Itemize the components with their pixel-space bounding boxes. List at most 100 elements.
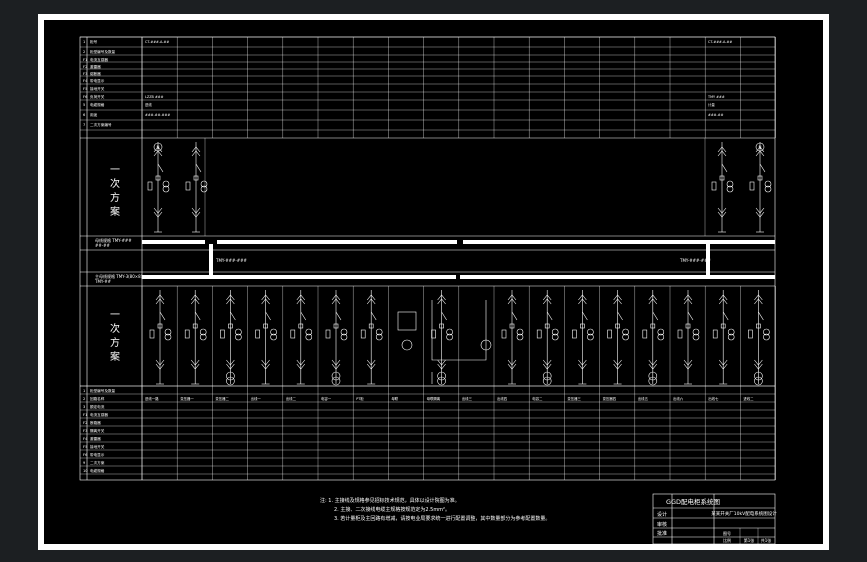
lower-row-no: F3 bbox=[83, 429, 87, 433]
lower-circuit-name: 出线一 bbox=[251, 396, 262, 401]
lower-row-label: 电缆规格 bbox=[90, 468, 105, 473]
lower-circuit-name: 出线二 bbox=[286, 396, 297, 401]
lower-row-label: 回路名称 bbox=[90, 396, 105, 401]
lower-bus-label-2: TMY-## bbox=[94, 279, 112, 284]
tie-label-right: TMY-###-### bbox=[679, 258, 712, 263]
feeder-symbol bbox=[360, 290, 383, 385]
lower-row-label: 柜型编号及数量 bbox=[90, 388, 116, 393]
lower-row-label: 接地开关 bbox=[90, 444, 105, 449]
lower-row-label: 电流互感器 bbox=[90, 412, 108, 417]
project-name: 某某开关厂10kV配电系统图设计 bbox=[711, 510, 777, 517]
upper-row-no: F5 bbox=[83, 87, 87, 91]
lower-row-label: 断路器 bbox=[90, 420, 101, 425]
n-mark: N bbox=[759, 145, 762, 150]
feeder-symbol bbox=[677, 290, 700, 385]
lower-row-label: 避雷器 bbox=[90, 436, 101, 441]
upper-row-no: 7 bbox=[83, 123, 85, 127]
feeder-symbol bbox=[536, 290, 559, 386]
upper-row-label: 避雷器 bbox=[90, 64, 101, 69]
note-2: 2. 主接、二次接线电缆主规格按规范定为2.5mm²。 bbox=[334, 506, 450, 513]
upper-row-label: 柜号 bbox=[90, 39, 98, 44]
lower-circuit-name: PT柜 bbox=[356, 396, 364, 401]
upper-row-no: F6 bbox=[83, 95, 88, 99]
tb-label-review: 审核 bbox=[657, 521, 667, 528]
upper-row-label: 负荷开关 bbox=[90, 94, 105, 99]
tie-label-left: TMY-###-### bbox=[215, 258, 248, 263]
tb-label-design: 设计 bbox=[657, 511, 667, 518]
feeder-symbol bbox=[748, 290, 770, 386]
lower-circuit-name: 变压器二 bbox=[215, 396, 229, 401]
lower-section-label: 一次方案 bbox=[110, 310, 120, 363]
upper-row-no: 2 bbox=[83, 50, 85, 54]
upper-busbar-right bbox=[463, 240, 775, 244]
tb-page: 第1张 bbox=[744, 537, 755, 543]
note-1: 注: 1. 主接线及规格参见招标技术规范，具体以设计院图为准。 bbox=[320, 497, 460, 504]
upper-left-value: CT-###-A-## bbox=[145, 40, 169, 44]
lower-circuit-name: 进线二 bbox=[743, 396, 754, 401]
upper-row-no: F4 bbox=[83, 79, 88, 83]
lower-circuit-name: 变压器三 bbox=[567, 396, 581, 401]
upper-bus-label-2: ##-## bbox=[95, 243, 110, 248]
lower-row-no: 3 bbox=[83, 405, 85, 409]
lower-row-no: 1 bbox=[83, 389, 85, 393]
upper-row-label: 带电显示 bbox=[90, 78, 105, 83]
upper-row-no: F2 bbox=[83, 65, 87, 69]
upper-row-label: 电流互感器 bbox=[90, 57, 108, 62]
lower-circuit-name: 出线六 bbox=[673, 396, 684, 401]
lower-circuit-name: 变压器一 bbox=[180, 396, 194, 401]
lower-row-label: 二次方案 bbox=[90, 460, 105, 465]
feeder-symbol bbox=[149, 290, 172, 385]
feeder-symbol bbox=[501, 290, 524, 385]
lower-row-no: 10 bbox=[83, 469, 88, 473]
feeder-symbol bbox=[147, 142, 170, 233]
feeder-symbol bbox=[572, 290, 594, 385]
n-mark: N bbox=[157, 145, 160, 150]
feeder-symbol bbox=[185, 142, 208, 233]
upper-row-label: 柜型编号及数量 bbox=[90, 49, 116, 54]
title-block: GGD配电柜系统图 某某开关厂10kV配电系统图设计 设计 审核 批准 图号 比… bbox=[652, 493, 777, 545]
feeder-symbol bbox=[711, 142, 734, 233]
lower-row-no: F1 bbox=[83, 413, 87, 417]
upper-row-label: 电缆规格 bbox=[90, 102, 105, 107]
upper-busbar-left bbox=[142, 240, 205, 244]
lower-row-no: F6 bbox=[83, 453, 88, 457]
lower-row-no: 2 bbox=[83, 397, 85, 401]
cad-viewport[interactable]: 1 柜号 CT-###-A-## CT-###-A-## 2 柜型编号及数量 F1 电流互感器… bbox=[0, 0, 867, 562]
lower-row-label: 带电显示 bbox=[90, 452, 105, 457]
feeder-symbol bbox=[290, 290, 313, 385]
upper-row-label: 二次方案编号 bbox=[90, 122, 112, 127]
upper-row-label: 熔断器 bbox=[90, 71, 101, 76]
lower-row-no: 9 bbox=[83, 461, 86, 465]
tb-sheet-name: 图号 bbox=[723, 530, 731, 536]
feeder-symbol bbox=[712, 290, 735, 385]
upper-left-value: ###-##-### bbox=[145, 113, 170, 117]
lower-row-no: F4 bbox=[83, 437, 88, 441]
lower-circuit-name: 变压器四 bbox=[603, 396, 617, 401]
lower-row-label: 隔离开关 bbox=[90, 428, 105, 433]
lower-circuit-name: 母联隔离 bbox=[427, 396, 441, 401]
upper-right-value: ###-## bbox=[708, 113, 724, 117]
single-line-diagram: 1 柜号 CT-###-A-## CT-###-A-##2 柜型编号及数量F1 电流互感器… bbox=[79, 36, 777, 545]
lower-circuit-name: 电容一 bbox=[321, 396, 332, 401]
lower-circuit-name: 电容二 bbox=[532, 396, 543, 401]
feeder-symbol bbox=[607, 290, 629, 385]
drawing-notes: 注: 1. 主接线及规格参见招标技术规范，具体以设计院图为准。 2. 主接、二次… bbox=[320, 497, 550, 522]
tb-scale: 比例 bbox=[723, 537, 731, 543]
upper-row-label: 接地开关 bbox=[90, 86, 105, 91]
upper-row-label: 用途 bbox=[90, 112, 98, 117]
feeder-symbol bbox=[749, 142, 772, 233]
drawing-title: GGD配电柜系统图 bbox=[666, 497, 720, 506]
tie-bus-left bbox=[209, 244, 213, 277]
lower-circuit-name: 出线五 bbox=[638, 396, 649, 401]
lower-circuit-name: 出线四 bbox=[497, 396, 508, 401]
upper-right-value: TMY ### bbox=[707, 95, 725, 99]
lower-circuit-name: 母联 bbox=[391, 396, 398, 401]
feeder-symbol bbox=[255, 290, 277, 385]
upper-row-no: 6 bbox=[83, 113, 86, 117]
upper-row-no: F1 bbox=[83, 58, 87, 62]
feeder-symbol bbox=[431, 290, 453, 386]
lower-circuit-name: 出线三 bbox=[462, 396, 473, 401]
tb-total: 共1张 bbox=[761, 537, 772, 543]
note-3: 3. 若计量柜及主回路有增减，请按电业局要求统一进行配置调整，其中数量部分为参考… bbox=[334, 515, 550, 522]
feeder-symbol bbox=[220, 290, 242, 386]
